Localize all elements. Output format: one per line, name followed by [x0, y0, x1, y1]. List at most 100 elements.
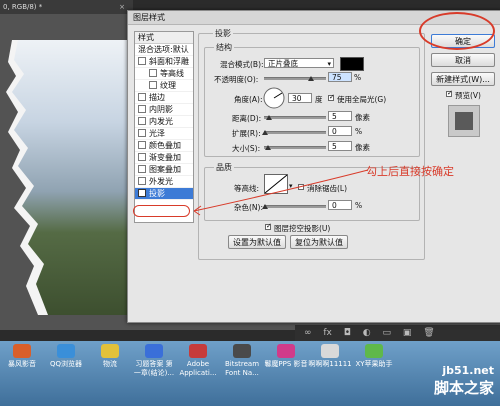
- style-item-drop-shadow[interactable]: 投影: [135, 188, 193, 200]
- preview-checkbox[interactable]: [446, 89, 453, 97]
- make-default-button[interactable]: 设置为默认值: [228, 235, 286, 249]
- style-preview-thumbnail: [448, 105, 480, 137]
- structure-title: 结构: [214, 42, 234, 53]
- reset-default-button[interactable]: 复位为默认值: [290, 235, 348, 249]
- chevron-down-icon[interactable]: ▾: [289, 182, 293, 190]
- noise-slider-thumb[interactable]: [262, 204, 268, 209]
- fx-icon[interactable]: fx: [323, 328, 332, 338]
- new-style-button[interactable]: 新建样式(W)...: [431, 72, 495, 86]
- style-item-pattern-overlay[interactable]: 图案叠加: [135, 164, 193, 176]
- taskbar-item[interactable]: 鬈魔PPS 影音: [264, 344, 308, 369]
- noise-label: 杂色(N):: [234, 203, 263, 212]
- taskbar-item[interactable]: Adobe Applicati...: [176, 344, 220, 378]
- close-icon[interactable]: ×: [119, 0, 125, 14]
- taskbar-item-label: 鬈魔PPS 影音: [264, 360, 308, 368]
- new-layer-icon[interactable]: ▣: [403, 328, 412, 338]
- contour-preview-icon[interactable]: [264, 174, 288, 194]
- global-light-checkbox[interactable]: [328, 93, 335, 101]
- quality-title: 品质: [214, 162, 234, 173]
- style-list-header: 样式: [135, 32, 193, 44]
- antialias-checkbox[interactable]: [298, 184, 304, 190]
- adjustment-icon[interactable]: ◐: [363, 328, 371, 338]
- mask-icon[interactable]: ◘: [344, 328, 351, 338]
- document-tab-title: 0, RGB/8) *: [3, 3, 43, 11]
- opacity-slider[interactable]: [264, 77, 326, 80]
- style-item-texture[interactable]: 纹理: [135, 80, 193, 92]
- preview-swatch: [455, 112, 473, 130]
- ok-button-highlight-circle: [419, 12, 495, 50]
- angle-dial-icon[interactable]: [263, 87, 285, 109]
- blend-mode-value: 正片叠底: [268, 59, 298, 68]
- taskbar-item[interactable]: QQ浏览器: [44, 344, 88, 369]
- shadow-color-swatch[interactable]: [340, 57, 364, 71]
- group-icon[interactable]: ▭: [382, 328, 391, 338]
- style-item-color-overlay[interactable]: 颜色叠加: [135, 140, 193, 152]
- opacity-input[interactable]: 75: [328, 72, 352, 82]
- size-slider[interactable]: [264, 146, 326, 149]
- taskbar-item[interactable]: 暴风影音: [0, 344, 44, 369]
- style-item-outer-glow[interactable]: 外发光: [135, 176, 193, 188]
- size-unit: 像素: [355, 143, 370, 152]
- app-icon: [277, 344, 295, 358]
- blend-mode-select[interactable]: 正片叠底: [264, 58, 334, 69]
- style-item-stroke[interactable]: 描边: [135, 92, 193, 104]
- taskbar-item[interactable]: XY苹果助手: [352, 344, 396, 369]
- noise-unit: %: [355, 201, 363, 210]
- style-item-contour[interactable]: 等高线: [135, 68, 193, 80]
- app-icon: [365, 344, 383, 358]
- watermark-site: jb51.net: [442, 364, 494, 377]
- angle-unit: 度: [315, 95, 323, 104]
- noise-slider[interactable]: [264, 205, 326, 208]
- link-icon[interactable]: ∞: [304, 328, 312, 338]
- drop-shadow-title: 投影: [213, 28, 233, 39]
- taskbar-item-label: 啊啊啊11111: [308, 360, 352, 368]
- spread-input[interactable]: 0: [328, 126, 352, 136]
- style-item-blending-options[interactable]: 混合选项:默认: [135, 44, 193, 56]
- knockout-checkbox[interactable]: [265, 222, 272, 230]
- antialias-label: 消除锯齿(L): [307, 184, 348, 193]
- style-item-bevel-emboss[interactable]: 斜面和浮雕: [135, 56, 193, 68]
- distance-slider[interactable]: [264, 116, 326, 119]
- contour-label: 等高线:: [234, 184, 260, 193]
- blend-mode-label: 混合模式(B):: [220, 60, 264, 69]
- taskbar-item[interactable]: 习题答案 第一章(结论)...: [132, 344, 176, 378]
- size-slider-thumb[interactable]: [265, 145, 271, 150]
- size-label: 大小(S):: [232, 144, 261, 153]
- spread-slider[interactable]: [264, 131, 326, 134]
- app-icon: [101, 344, 119, 358]
- angle-input[interactable]: 30: [288, 93, 312, 103]
- taskbar-item-label: 习题答案 第一章(结论)...: [133, 360, 175, 377]
- taskbar-item-label: XY苹果助手: [355, 360, 393, 368]
- global-light-label: 使用全局光(G): [337, 95, 387, 104]
- knockout-label: 图层挖空投影(U): [274, 224, 331, 233]
- trash-icon[interactable]: 🗑: [423, 328, 434, 338]
- cancel-button[interactable]: 取消: [431, 53, 495, 67]
- layers-panel-toolbar: ∞ fx ◘ ◐ ▭ ▣ 🗑: [295, 325, 500, 341]
- style-item-inner-glow[interactable]: 内发光: [135, 116, 193, 128]
- taskbar-item-label: Bitstream Font Na...: [224, 360, 260, 377]
- noise-input[interactable]: 0: [328, 200, 352, 210]
- style-item-satin[interactable]: 光泽: [135, 128, 193, 140]
- app-icon: [145, 344, 163, 358]
- preview-label: 预览(V): [455, 91, 481, 100]
- distance-input[interactable]: 5: [328, 111, 352, 121]
- spread-slider-thumb[interactable]: [262, 130, 268, 135]
- distance-label: 距离(D):: [232, 114, 262, 123]
- app-icon: [13, 344, 31, 358]
- taskbar-item-label: 暴风影音: [8, 360, 36, 368]
- size-input[interactable]: 5: [328, 141, 352, 151]
- angle-label: 角度(A):: [234, 95, 263, 104]
- opacity-unit: %: [354, 73, 362, 82]
- dialog-title: 图层样式: [133, 13, 165, 22]
- style-item-gradient-overlay[interactable]: 渐变叠加: [135, 152, 193, 164]
- distance-slider-thumb[interactable]: [266, 115, 272, 120]
- annotation-text: 勾上后直接按确定: [366, 165, 454, 178]
- spread-label: 扩展(R):: [232, 129, 261, 138]
- taskbar-item[interactable]: 啊啊啊11111: [308, 344, 352, 369]
- opacity-slider-thumb[interactable]: [308, 76, 314, 81]
- taskbar-item[interactable]: 物流: [88, 344, 132, 369]
- watermark-brand: 脚本之家: [433, 379, 494, 397]
- taskbar-item[interactable]: Bitstream Font Na...: [220, 344, 264, 378]
- style-item-inner-shadow[interactable]: 内阴影: [135, 104, 193, 116]
- document-tab[interactable]: 0, RGB/8) * ×: [0, 0, 133, 14]
